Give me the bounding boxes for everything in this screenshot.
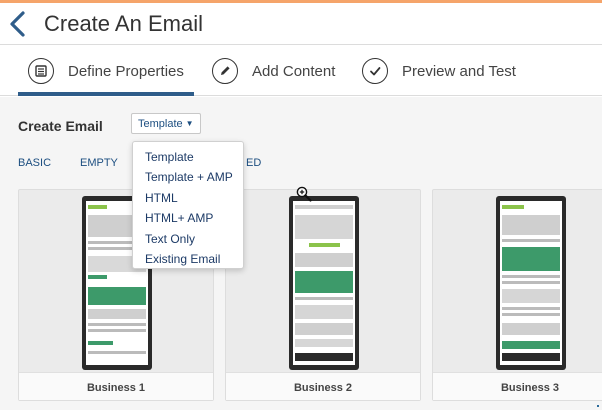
step-label: Add Content <box>252 62 336 80</box>
tab-partial[interactable]: ED <box>246 157 261 169</box>
email-type-select[interactable]: Template ▼ <box>131 113 201 134</box>
pencil-icon <box>212 58 238 84</box>
back-button[interactable] <box>6 9 32 39</box>
template-name: Business 3 <box>500 382 560 394</box>
template-cards: Business 1 Business 2 Business 3 <box>0 185 602 410</box>
check-icon <box>362 58 388 84</box>
active-step-indicator <box>18 92 194 96</box>
dropdown-option-existing-email[interactable]: Existing Email <box>133 249 243 269</box>
form-icon <box>28 58 54 84</box>
step-label: Define Properties <box>68 62 184 80</box>
template-thumbnail <box>289 196 359 370</box>
step-preview-and-test[interactable]: Preview and Test <box>362 58 516 84</box>
tab-empty[interactable]: EMPTY <box>80 157 118 169</box>
dropdown-option-template[interactable]: Template <box>133 147 243 167</box>
step-define-properties[interactable]: Define Properties <box>28 58 184 84</box>
template-card-business-2[interactable]: Business 2 <box>225 189 421 401</box>
step-label: Preview and Test <box>402 62 516 80</box>
template-thumbnail <box>496 196 566 370</box>
wizard-steps: Define Properties Add Content Preview an… <box>0 46 602 96</box>
chevron-left-icon <box>10 11 25 37</box>
create-email-label: Create Email <box>18 118 103 134</box>
corner-dot <box>597 405 599 407</box>
caret-down-icon: ▼ <box>185 119 194 128</box>
dropdown-option-text-only[interactable]: Text Only <box>133 229 243 249</box>
email-type-dropdown: Template Template + AMP HTML HTML+ AMP T… <box>132 141 244 269</box>
dropdown-option-html[interactable]: HTML <box>133 188 243 208</box>
page-header: Create An Email <box>0 3 602 45</box>
dropdown-option-html-amp[interactable]: HTML+ AMP <box>133 208 243 228</box>
template-name: Business 1 <box>86 382 146 394</box>
step-add-content[interactable]: Add Content <box>212 58 335 84</box>
tab-basic[interactable]: BASIC <box>18 157 51 169</box>
main-content: Create Email Template ▼ BASIC EMPTY ED T… <box>0 97 602 410</box>
template-card-business-3[interactable]: Business 3 <box>432 189 602 401</box>
template-name: Business 2 <box>293 382 353 394</box>
zoom-in-cursor-icon <box>296 186 312 202</box>
selected-type: Template <box>138 117 183 130</box>
page-title: Create An Email <box>44 11 203 36</box>
dropdown-option-template-amp[interactable]: Template + AMP <box>133 167 243 187</box>
